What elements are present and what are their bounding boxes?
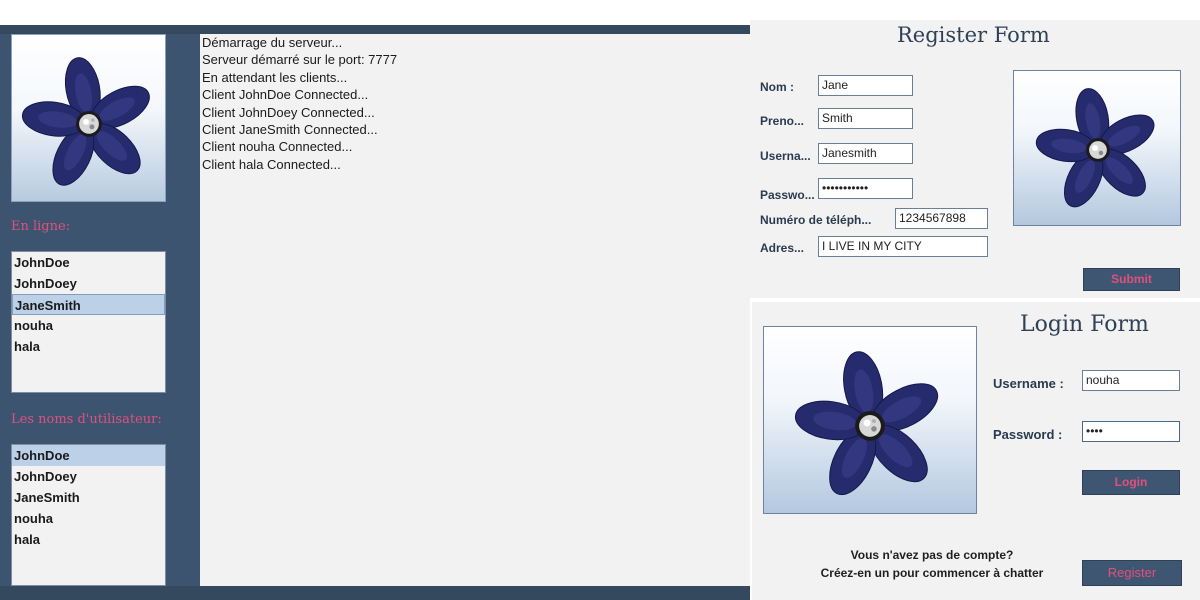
prenom-label: Preno... — [760, 114, 805, 128]
list-item[interactable]: JohnDoey — [12, 466, 165, 487]
prenom-field[interactable]: Smith — [818, 108, 913, 129]
nom-label: Nom : — [760, 80, 794, 94]
phone-field[interactable]: 1234567898 — [895, 208, 988, 229]
username-field[interactable]: Janesmith — [818, 143, 913, 164]
register-button[interactable]: Register — [1082, 560, 1182, 586]
log-line: Démarrage du serveur... — [202, 35, 343, 50]
list-item[interactable]: nouha — [12, 508, 165, 529]
phone-label: Numéro de téléph... — [760, 213, 872, 227]
list-item[interactable]: nouha — [12, 315, 165, 336]
login-username-field[interactable]: nouha — [1082, 370, 1180, 391]
usernames-list[interactable]: JohnDoe JohnDoey JaneSmith nouha hala — [11, 444, 166, 586]
address-field[interactable]: I LIVE IN MY CITY — [818, 236, 988, 257]
online-heading: En ligne: — [11, 219, 71, 234]
online-users-list[interactable]: JohnDoe JohnDoey JaneSmith nouha hala — [11, 251, 166, 393]
server-top-strip — [0, 25, 750, 34]
list-item-selected[interactable]: JohnDoe — [12, 445, 165, 466]
log-line: Client nouha Connected... — [202, 139, 353, 155]
flower-logo-icon — [763, 326, 977, 514]
list-item[interactable]: JohnDoey — [12, 273, 165, 294]
login-form: Login Form Username: nouha Password: •… — [752, 302, 1200, 600]
list-item[interactable]: JaneSmith — [12, 487, 165, 508]
log-line: Client hala Connected... — [202, 156, 341, 172]
username-label: Userna... — [760, 149, 811, 163]
submit-button[interactable]: Submit — [1083, 268, 1180, 291]
login-password-field[interactable]: •••• — [1082, 421, 1180, 442]
no-account-note: Vous n'avez pas de compte? — [850, 548, 1014, 562]
nom-field[interactable]: Jane — [818, 75, 913, 96]
password-field[interactable]: ••••••••••• — [818, 178, 913, 199]
server-bottom-strip — [0, 586, 750, 600]
log-line: En attendant les clients... — [202, 69, 348, 85]
login-username-label: Username : — [993, 376, 1064, 391]
server-log[interactable]: Démarrage du serveur... Serveur démarré … — [200, 34, 750, 586]
password-label: Passwo... — [760, 188, 815, 202]
login-password-label: Password : — [993, 427, 1063, 442]
log-line: Client JohnDoey Connected... — [202, 104, 375, 120]
flower-logo-icon — [11, 34, 166, 202]
flower-logo-icon — [1013, 70, 1181, 226]
login-title: Login Form — [1020, 312, 1149, 337]
address-label: Adres... — [760, 241, 805, 255]
list-item-selected[interactable]: JaneSmith — [12, 294, 165, 315]
log-line: Client JohnDoe Connected... — [202, 87, 369, 103]
create-account-note: Créez-en un pour commencer à chatter — [820, 566, 1044, 580]
register-title: Register Form — [897, 23, 1050, 47]
login-button[interactable]: Login — [1082, 470, 1180, 495]
usernames-heading: Les noms d'utilisateur: — [11, 412, 162, 427]
list-item[interactable]: hala — [12, 529, 165, 550]
log-line: Serveur démarré sur le port: 7777 — [202, 52, 398, 68]
log-line: Client JaneSmith Connected... — [202, 122, 378, 138]
list-item[interactable]: JohnDoe — [12, 252, 165, 273]
list-item[interactable]: hala — [12, 336, 165, 357]
register-form: Register Form Nom : Jane Preno... Smith … — [750, 20, 1200, 298]
